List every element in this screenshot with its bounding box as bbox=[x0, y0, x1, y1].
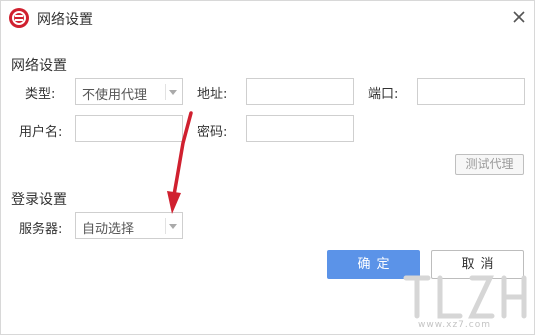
app-logo-icon bbox=[9, 8, 29, 28]
port-label: 端口: bbox=[368, 87, 399, 102]
ok-button[interactable]: 确定 bbox=[327, 250, 420, 279]
proxy-type-select[interactable]: 不使用代理 bbox=[75, 78, 183, 105]
address-input[interactable] bbox=[246, 78, 354, 105]
window-title: 网络设置 bbox=[37, 12, 93, 28]
chevron-down-icon bbox=[169, 224, 177, 229]
address-label: 地址: bbox=[197, 87, 228, 102]
chevron-down-icon bbox=[169, 90, 177, 95]
cancel-button[interactable]: 取消 bbox=[431, 250, 524, 279]
title-bar: 网络设置 bbox=[1, 1, 534, 35]
server-label: 服务器: bbox=[19, 222, 63, 237]
network-section-title: 网络设置 bbox=[11, 58, 67, 74]
select-divider bbox=[165, 218, 166, 234]
password-label: 密码: bbox=[197, 125, 228, 140]
login-section-title: 登录设置 bbox=[11, 192, 67, 208]
test-proxy-button[interactable]: 测试代理 bbox=[455, 154, 524, 175]
select-divider bbox=[165, 84, 166, 100]
port-input[interactable] bbox=[417, 78, 525, 105]
password-input[interactable] bbox=[246, 115, 354, 142]
type-label: 类型: bbox=[25, 87, 56, 102]
close-icon[interactable] bbox=[509, 7, 529, 27]
server-select[interactable]: 自动选择 bbox=[75, 212, 183, 239]
username-input[interactable] bbox=[75, 115, 183, 142]
server-value: 自动选择 bbox=[82, 222, 135, 237]
watermark-url: www.xz7.com bbox=[418, 320, 491, 330]
network-settings-dialog: 网络设置 网络设置 类型: 不使用代理 地址: 端口: 用户名: 密码: 测试代… bbox=[0, 0, 535, 335]
username-label: 用户名: bbox=[19, 125, 63, 140]
proxy-type-value: 不使用代理 bbox=[82, 88, 148, 103]
